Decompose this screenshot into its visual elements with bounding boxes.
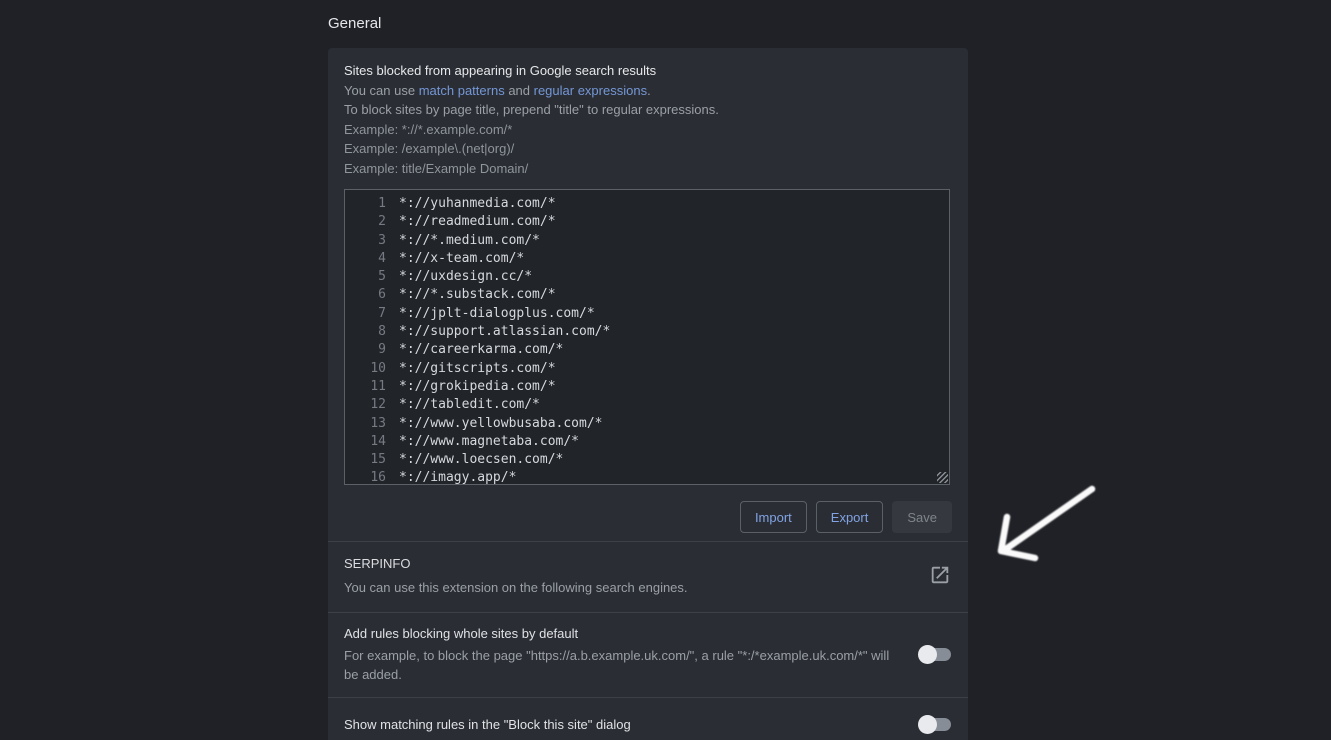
rule-text: *://readmedium.com/* [386, 213, 556, 231]
toggle-knob [918, 645, 937, 664]
serpinfo-title: SERPINFO [344, 555, 688, 572]
serpinfo-section: SERPINFO You can use this extension on t… [328, 542, 968, 612]
match-patterns-link[interactable]: match patterns [419, 83, 505, 98]
line-number: 1 [345, 195, 386, 213]
line-number: 4 [345, 250, 386, 268]
line-number: 6 [345, 286, 386, 304]
editor-line: 16*://imagy.app/* [345, 469, 949, 485]
save-button[interactable]: Save [892, 501, 952, 533]
rule-text: *://www.yellowbusaba.com/* [386, 415, 603, 433]
show-matching-rules-row: Show matching rules in the "Block this s… [328, 698, 968, 740]
rule-text: *://www.magnetaba.com/* [386, 433, 579, 451]
example-line-1: Example: *://*.example.com/* [344, 120, 952, 140]
editor-resize-handle[interactable] [937, 472, 948, 483]
block-whole-sites-row: Add rules blocking whole sites by defaul… [328, 613, 968, 697]
editor-line: 8*://support.atlassian.com/* [345, 323, 949, 341]
serpinfo-open-button[interactable] [928, 564, 952, 588]
serpinfo-text: SERPINFO You can use this extension on t… [344, 555, 688, 598]
example-line-3: Example: title/Example Domain/ [344, 159, 952, 179]
line-number: 13 [345, 415, 386, 433]
rule-text: *://yuhanmedia.com/* [386, 195, 556, 213]
rule-text: *://imagy.app/* [386, 469, 516, 485]
editor-line: 4*://x-team.com/* [345, 250, 949, 268]
usage-line: You can use match patterns and regular e… [344, 81, 952, 101]
line-number: 9 [345, 341, 386, 359]
rule-text: *://*.medium.com/* [386, 232, 540, 250]
title-hint-line: To block sites by page title, prepend "t… [344, 100, 952, 120]
editor-line: 2*://readmedium.com/* [345, 213, 949, 231]
editor-line: 9*://careerkarma.com/* [345, 341, 949, 359]
line-number: 7 [345, 305, 386, 323]
show-matching-rules-toggle[interactable] [918, 715, 952, 734]
usage-suffix: . [647, 83, 651, 98]
serpinfo-description: You can use this extension on the follow… [344, 578, 688, 598]
editor-line: 10*://gitscripts.com/* [345, 360, 949, 378]
line-number: 12 [345, 396, 386, 414]
toggle-knob [918, 715, 937, 734]
rule-text: *://support.atlassian.com/* [386, 323, 610, 341]
line-number: 2 [345, 213, 386, 231]
editor-line: 1*://yuhanmedia.com/* [345, 195, 949, 213]
editor-lines: 1*://yuhanmedia.com/*2*://readmedium.com… [345, 195, 949, 485]
rule-text: *://*.substack.com/* [386, 286, 556, 304]
general-settings-card: Sites blocked from appearing in Google s… [328, 48, 968, 740]
options-page: General Sites blocked from appearing in … [0, 0, 1331, 740]
line-number: 16 [345, 469, 386, 485]
line-number: 14 [345, 433, 386, 451]
block-whole-sites-title: Add rules blocking whole sites by defaul… [344, 625, 904, 642]
open-in-new-icon [929, 564, 951, 589]
page-title: General [328, 15, 968, 32]
rule-text: *://www.loecsen.com/* [386, 451, 563, 469]
rule-text: *://tabledit.com/* [386, 396, 540, 414]
editor-line: 3*://*.medium.com/* [345, 232, 949, 250]
line-number: 5 [345, 268, 386, 286]
editor-line: 12*://tabledit.com/* [345, 396, 949, 414]
rule-text: *://careerkarma.com/* [386, 341, 563, 359]
rule-text: *://jplt-dialogplus.com/* [386, 305, 595, 323]
regular-expressions-link[interactable]: regular expressions [534, 83, 647, 98]
blocked-sites-section: Sites blocked from appearing in Google s… [328, 48, 968, 541]
line-number: 11 [345, 378, 386, 396]
rules-button-row: Import Export Save [344, 501, 952, 533]
block-whole-sites-description: For example, to block the page "https://… [344, 646, 904, 685]
show-matching-rules-text: Show matching rules in the "Block this s… [344, 716, 631, 733]
editor-line: 6*://*.substack.com/* [345, 286, 949, 304]
import-button[interactable]: Import [740, 501, 807, 533]
line-number: 3 [345, 232, 386, 250]
show-matching-rules-title: Show matching rules in the "Block this s… [344, 716, 631, 733]
rule-text: *://x-team.com/* [386, 250, 524, 268]
usage-prefix: You can use [344, 83, 419, 98]
blocked-sites-title: Sites blocked from appearing in Google s… [344, 61, 952, 81]
blocked-rules-editor[interactable]: 1*://yuhanmedia.com/*2*://readmedium.com… [344, 189, 950, 485]
editor-line: 13*://www.yellowbusaba.com/* [345, 415, 949, 433]
rule-text: *://uxdesign.cc/* [386, 268, 532, 286]
export-button[interactable]: Export [816, 501, 884, 533]
line-number: 10 [345, 360, 386, 378]
editor-line: 11*://grokipedia.com/* [345, 378, 949, 396]
rule-text: *://grokipedia.com/* [386, 378, 556, 396]
example-line-2: Example: /example\.(net|org)/ [344, 139, 952, 159]
line-number: 15 [345, 451, 386, 469]
editor-line: 14*://www.magnetaba.com/* [345, 433, 949, 451]
settings-content: General Sites blocked from appearing in … [328, 0, 968, 740]
editor-line: 15*://www.loecsen.com/* [345, 451, 949, 469]
block-whole-sites-toggle[interactable] [918, 645, 952, 664]
usage-middle: and [505, 83, 534, 98]
editor-line: 5*://uxdesign.cc/* [345, 268, 949, 286]
rule-text: *://gitscripts.com/* [386, 360, 556, 378]
line-number: 8 [345, 323, 386, 341]
editor-line: 7*://jplt-dialogplus.com/* [345, 305, 949, 323]
block-whole-sites-text: Add rules blocking whole sites by defaul… [344, 625, 904, 685]
